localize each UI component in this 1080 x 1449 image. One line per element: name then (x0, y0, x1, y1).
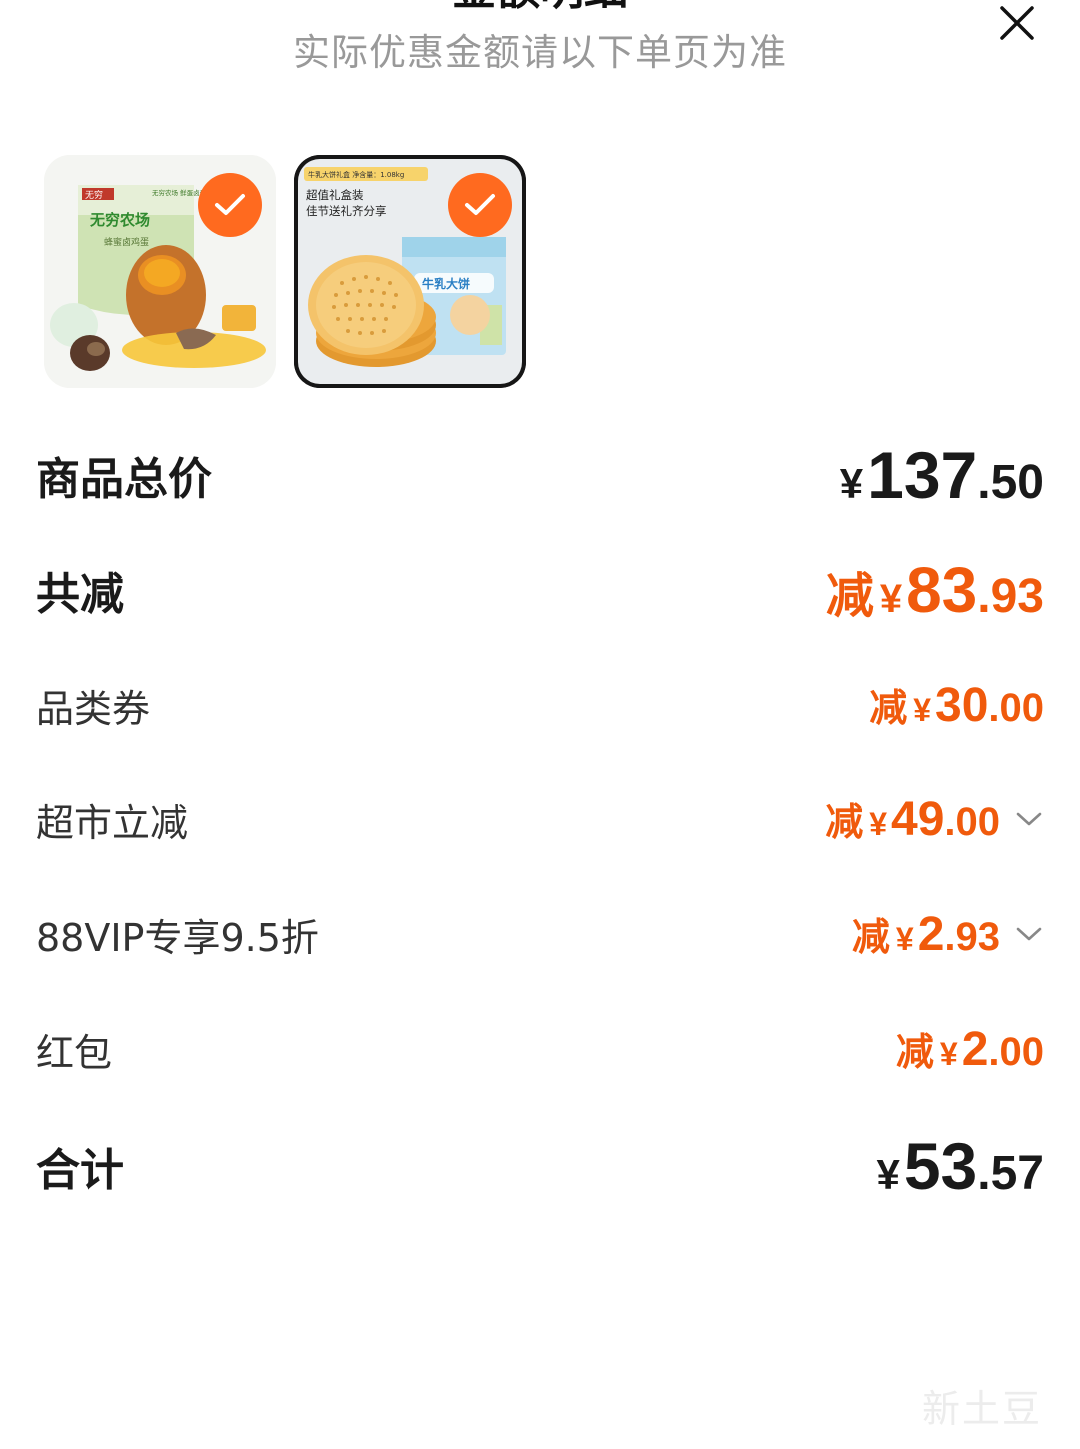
supermarket-discount-label: 超市立减 (36, 800, 189, 845)
chevron-down-icon[interactable] (1014, 924, 1044, 944)
box-label: 牛乳大饼 (422, 276, 470, 291)
row-category-coupon: 品类券 减 ¥ 30 .00 (36, 674, 1044, 736)
chevron-down-icon[interactable] (1014, 809, 1044, 829)
grand-total-amount: ¥ 53 .57 (876, 1128, 1044, 1204)
tagline-1: 超值礼盒装 (306, 188, 364, 202)
tagline-2: 佳节送礼齐分享 (306, 204, 387, 218)
currency-symbol: ¥ (839, 460, 864, 507)
row-red-packet: 红包 减 ¥ 2 .00 (36, 1018, 1044, 1080)
vip-discount-amount: 减 ¥ 2 .93 (852, 906, 1044, 962)
product-total-amount: ¥ 137 .50 (840, 437, 1044, 513)
currency-symbol: ¥ (869, 806, 887, 842)
discount-prefix: 减 (825, 800, 864, 844)
package-brand: 无穷 (85, 189, 103, 201)
product-total-label: 商品总价 (36, 454, 212, 505)
amount-integer: 30 (935, 679, 989, 732)
amount-detail-sheet: 金额明细 实际优惠金额请以下单页为准 无穷 无穷农场 鲜蛋卤蛋 无穷农场 蜂蜜卤… (0, 0, 1080, 1449)
currency-symbol: ¥ (895, 921, 914, 957)
amount-decimal: .93 (944, 915, 1000, 959)
grand-total-label: 合计 (36, 1145, 124, 1196)
gift-box-banner: 牛乳大饼礼盒 净含量：1.08kg (308, 170, 404, 179)
watermark: 新土豆 (922, 1387, 1043, 1431)
category-coupon-label: 品类券 (36, 686, 151, 731)
package-flavor: 蜂蜜卤鸡蛋 (104, 236, 149, 248)
close-button[interactable] (992, 0, 1044, 46)
row-88vip-discount[interactable]: 88VIP专享9.5折 减 ¥ 2 .93 (36, 903, 1044, 965)
discount-prefix: 减 (869, 686, 908, 730)
product-thumbnail-egg[interactable]: 无穷 无穷农场 鲜蛋卤蛋 无穷农场 蜂蜜卤鸡蛋 (44, 155, 276, 388)
vip-discount-label: 88VIP专享9.5折 (36, 915, 319, 960)
amount-integer: 83 (906, 554, 978, 626)
discount-prefix: 减 (825, 568, 874, 624)
selected-check-badge (448, 173, 512, 237)
row-grand-total: 合计 ¥ 53 .57 (36, 1128, 1044, 1204)
row-supermarket-discount[interactable]: 超市立减 减 ¥ 49 .00 (36, 788, 1044, 850)
discount-prefix: 减 (895, 1030, 934, 1074)
row-discount-total: 共减 减 ¥ 83 .93 (36, 553, 1044, 627)
amount-integer: 2 (961, 1023, 989, 1076)
supermarket-discount-amount: 减 ¥ 49 .00 (825, 791, 1044, 847)
amount-decimal: .57 (977, 1147, 1044, 1200)
currency-symbol: ¥ (913, 692, 931, 728)
red-packet-amount: 减 ¥ 2 .00 (896, 1021, 1044, 1077)
amount-decimal: .00 (988, 1030, 1044, 1074)
amount-decimal: .00 (944, 800, 1000, 844)
amount-integer: 53 (903, 1129, 978, 1203)
package-name: 无穷农场 (89, 211, 150, 229)
discount-total-amount: 减 ¥ 83 .93 (826, 553, 1044, 627)
amount-decimal: .93 (977, 570, 1044, 623)
category-coupon-amount: 减 ¥ 30 .00 (869, 677, 1044, 733)
amount-decimal: .00 (988, 686, 1044, 730)
sheet-subtitle: 实际优惠金额请以下单页为准 (293, 31, 787, 74)
amount-decimal: .50 (977, 456, 1044, 509)
amount-integer: 2 (917, 908, 945, 961)
amount-integer: 137 (867, 438, 978, 512)
discount-prefix: 减 (851, 915, 890, 959)
red-packet-label: 红包 (36, 1030, 113, 1075)
product-thumbnail-biscuit[interactable]: 牛乳大饼礼盒 净含量：1.08kg 超值礼盒装 佳节送礼齐分享 牛乳大饼 (294, 155, 526, 388)
amount-integer: 49 (891, 793, 945, 846)
checkmark-icon (465, 194, 495, 215)
selected-check-badge (198, 173, 262, 237)
currency-symbol: ¥ (879, 577, 903, 621)
currency-symbol: ¥ (876, 1151, 900, 1198)
checkmark-icon (215, 194, 245, 215)
discount-total-label: 共减 (36, 569, 124, 620)
row-product-total: 商品总价 ¥ 137 .50 (36, 437, 1044, 513)
currency-symbol: ¥ (939, 1036, 958, 1072)
close-icon (1000, 6, 1034, 40)
sheet-title: 金额明细 (0, 0, 1080, 14)
